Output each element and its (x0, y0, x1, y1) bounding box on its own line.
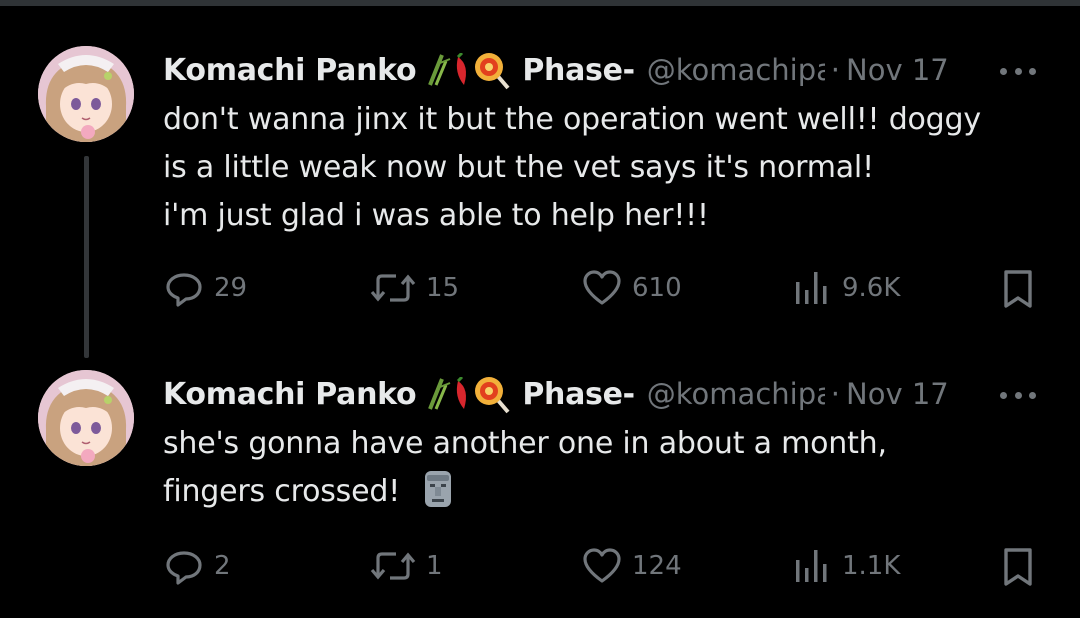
handle[interactable]: @komachipanko (647, 53, 825, 87)
like-button[interactable]: 610 (582, 268, 682, 308)
display-name-suffix: Phase- (522, 52, 635, 88)
tweet-text-line: is a little weak now but the vet says it… (163, 150, 874, 185)
name-emojis (426, 374, 512, 414)
like-icon (583, 548, 621, 583)
handle[interactable]: @komachipanko (647, 377, 825, 411)
tweet[interactable]: Komachi Panko Phase- @komachipanko · Nov… (0, 38, 1080, 358)
action-bar: 2 1 124 1.1K (0, 546, 1080, 590)
bookmark-button[interactable] (1000, 546, 1036, 588)
tweet-text: she's gonna have another one in about a … (163, 420, 1043, 516)
tweet-text-line: don't wanna jinx it but the operation we… (163, 102, 981, 137)
repost-button[interactable]: 15 (370, 268, 459, 308)
bamboo-icon (428, 54, 451, 86)
separator-dot: · (830, 377, 841, 411)
chili-pepper-icon (457, 53, 467, 85)
views-button[interactable]: 9.6K (792, 268, 900, 308)
tweet-text-line: she's gonna have another one in about a … (163, 426, 887, 461)
reply-button[interactable]: 29 (164, 268, 247, 308)
name-emojis (426, 50, 512, 90)
reply-count: 2 (214, 551, 231, 581)
tweet-text: don't wanna jinx it but the operation we… (163, 96, 1043, 240)
repost-count: 15 (426, 273, 460, 303)
lollipop-icon (475, 377, 510, 414)
display-name[interactable]: Komachi Panko (163, 53, 417, 88)
top-divider (0, 0, 1080, 6)
reply-icon (166, 551, 202, 585)
repost-icon (370, 274, 416, 302)
bookmark-button[interactable] (1000, 268, 1036, 310)
like-button[interactable]: 124 (582, 546, 682, 586)
bookmark-icon (1004, 548, 1032, 586)
bookmark-icon (1004, 270, 1032, 308)
avatar[interactable] (38, 370, 134, 466)
views-button[interactable]: 1.1K (792, 546, 900, 586)
tweet-header: Komachi Panko Phase- @komachipanko · Nov… (163, 374, 949, 414)
lollipop-icon (475, 53, 510, 90)
chili-pepper-icon (457, 377, 467, 409)
thread-line (84, 156, 89, 358)
repost-count: 1 (426, 551, 443, 581)
moai-icon (425, 471, 452, 507)
like-count: 124 (632, 551, 682, 581)
tweet-header: Komachi Panko Phase- @komachipanko · Nov… (163, 50, 949, 90)
timestamp[interactable]: Nov 17 (846, 53, 949, 87)
reply-button[interactable]: 2 (164, 546, 231, 586)
like-icon (583, 270, 621, 305)
reply-icon (166, 273, 202, 307)
tweet-text-line: fingers crossed! (163, 468, 1043, 516)
view-count: 1.1K (842, 551, 901, 581)
action-bar: 29 15 610 9.6K (0, 268, 1080, 312)
reply-count: 29 (214, 273, 248, 303)
repost-icon (370, 552, 416, 580)
view-count: 9.6K (842, 273, 901, 303)
timestamp[interactable]: Nov 17 (846, 377, 949, 411)
bamboo-icon (428, 378, 451, 410)
display-name-suffix: Phase- (522, 376, 635, 412)
views-icon (796, 550, 827, 582)
repost-button[interactable]: 1 (370, 546, 443, 586)
separator-dot: · (830, 53, 841, 87)
tweet[interactable]: Komachi Panko Phase- @komachipanko · Nov… (0, 362, 1080, 618)
display-name[interactable]: Komachi Panko (163, 377, 417, 412)
views-icon (796, 272, 827, 304)
avatar[interactable] (38, 46, 134, 142)
more-icon[interactable] (1000, 56, 1036, 86)
like-count: 610 (632, 273, 682, 303)
tweet-text-line: i'm just glad i was able to help her!!! (163, 198, 709, 233)
tweet-text-segment: fingers crossed! (163, 474, 401, 509)
more-icon[interactable] (1000, 380, 1036, 410)
